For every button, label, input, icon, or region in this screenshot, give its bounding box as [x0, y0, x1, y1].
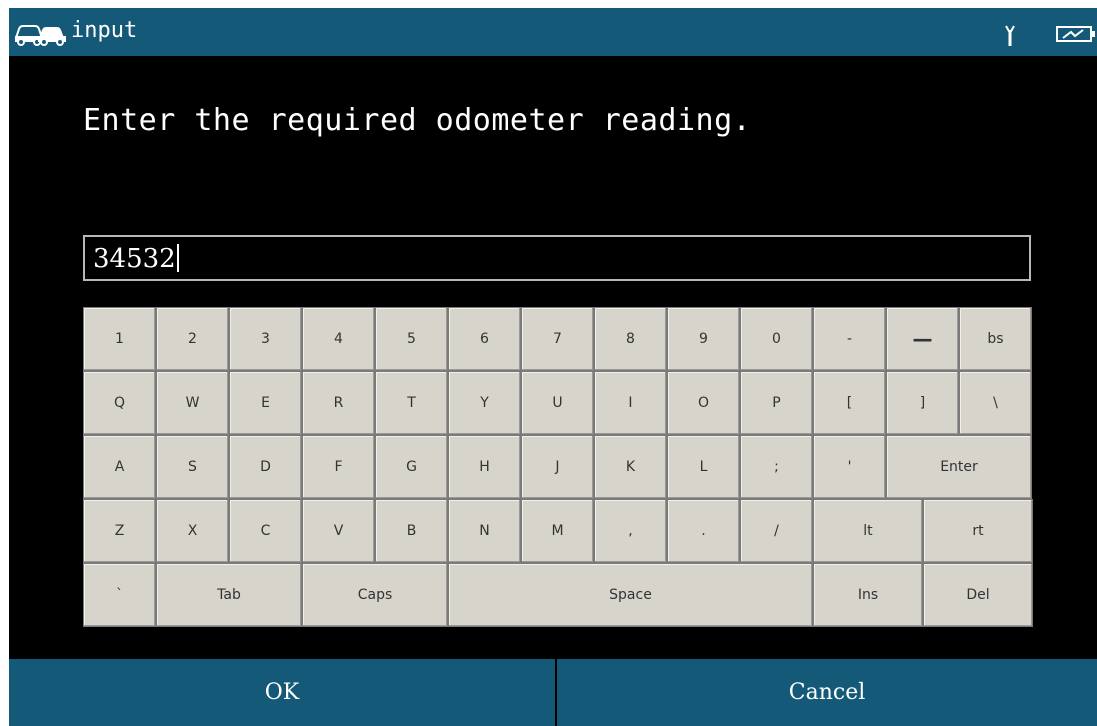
- cancel-button[interactable]: Cancel: [557, 659, 1097, 726]
- key-1[interactable]: 1: [83, 307, 156, 371]
- key-semicolon[interactable]: ;: [740, 435, 813, 499]
- key-2[interactable]: 2: [156, 307, 229, 371]
- key-lbracket[interactable]: [: [813, 371, 886, 435]
- key-v[interactable]: V: [302, 499, 375, 563]
- prompt-text: Enter the required odometer reading.: [83, 103, 752, 138]
- screen: input Enter the required odometer readin…: [9, 8, 1097, 726]
- key-m[interactable]: M: [521, 499, 594, 563]
- key-enter[interactable]: Enter: [886, 435, 1032, 499]
- key-h[interactable]: H: [448, 435, 521, 499]
- key-e[interactable]: E: [229, 371, 302, 435]
- key-4[interactable]: 4: [302, 307, 375, 371]
- window-title: input: [71, 18, 138, 43]
- key-s[interactable]: S: [156, 435, 229, 499]
- odometer-input[interactable]: 34532: [83, 235, 1031, 281]
- key-x[interactable]: X: [156, 499, 229, 563]
- key-space[interactable]: Space: [448, 563, 813, 627]
- key-del[interactable]: Del: [923, 563, 1033, 627]
- on-screen-keyboard: 1 2 3 4 5 6 7 8 9 0- — bs Q W E R T Y U I O P[] \ A S D F G H J K L; ' En…: [83, 307, 1033, 629]
- signal-icon: [1005, 25, 1015, 46]
- key-c[interactable]: C: [229, 499, 302, 563]
- key-k[interactable]: K: [594, 435, 667, 499]
- key-caps[interactable]: Caps: [302, 563, 448, 627]
- key-5[interactable]: 5: [375, 307, 448, 371]
- key-6[interactable]: 6: [448, 307, 521, 371]
- battery-icon: [1056, 26, 1095, 42]
- key-rt[interactable]: rt: [923, 499, 1033, 563]
- key-7[interactable]: 7: [521, 307, 594, 371]
- key-backtick[interactable]: `: [83, 563, 156, 627]
- key-p[interactable]: P: [740, 371, 813, 435]
- key-9[interactable]: 9: [667, 307, 740, 371]
- input-text: 34532: [93, 244, 176, 274]
- key-o[interactable]: O: [667, 371, 740, 435]
- key-a[interactable]: A: [83, 435, 156, 499]
- key-0[interactable]: 0: [740, 307, 813, 371]
- key-b[interactable]: B: [375, 499, 448, 563]
- key-l[interactable]: L: [667, 435, 740, 499]
- ok-button[interactable]: OK: [9, 659, 555, 726]
- key-t[interactable]: T: [375, 371, 448, 435]
- key-u[interactable]: U: [521, 371, 594, 435]
- key-backslash[interactable]: \: [959, 371, 1032, 435]
- key-w[interactable]: W: [156, 371, 229, 435]
- key-ins[interactable]: Ins: [813, 563, 923, 627]
- car-icon: [14, 25, 66, 46]
- key-g[interactable]: G: [375, 435, 448, 499]
- key-bs[interactable]: bs: [959, 307, 1032, 371]
- key-q[interactable]: Q: [83, 371, 156, 435]
- key-tab[interactable]: Tab: [156, 563, 302, 627]
- key-r[interactable]: R: [302, 371, 375, 435]
- key-y[interactable]: Y: [448, 371, 521, 435]
- key-n[interactable]: N: [448, 499, 521, 563]
- key-lt[interactable]: lt: [813, 499, 923, 563]
- key-z[interactable]: Z: [83, 499, 156, 563]
- key-minus[interactable]: -: [813, 307, 886, 371]
- text-caret: [176, 244, 179, 272]
- key-i[interactable]: I: [594, 371, 667, 435]
- key-3[interactable]: 3: [229, 307, 302, 371]
- key-d[interactable]: D: [229, 435, 302, 499]
- key-period[interactable]: .: [667, 499, 740, 563]
- input-value: 34532: [93, 244, 179, 274]
- title-bar: input: [9, 8, 1097, 56]
- key-8[interactable]: 8: [594, 307, 667, 371]
- key-rbracket[interactable]: ]: [886, 371, 959, 435]
- key-quote[interactable]: ': [813, 435, 886, 499]
- key-comma[interactable]: ,: [594, 499, 667, 563]
- key-f[interactable]: F: [302, 435, 375, 499]
- key-j[interactable]: J: [521, 435, 594, 499]
- key-slash[interactable]: /: [740, 499, 813, 563]
- key-dash[interactable]: —: [886, 307, 959, 371]
